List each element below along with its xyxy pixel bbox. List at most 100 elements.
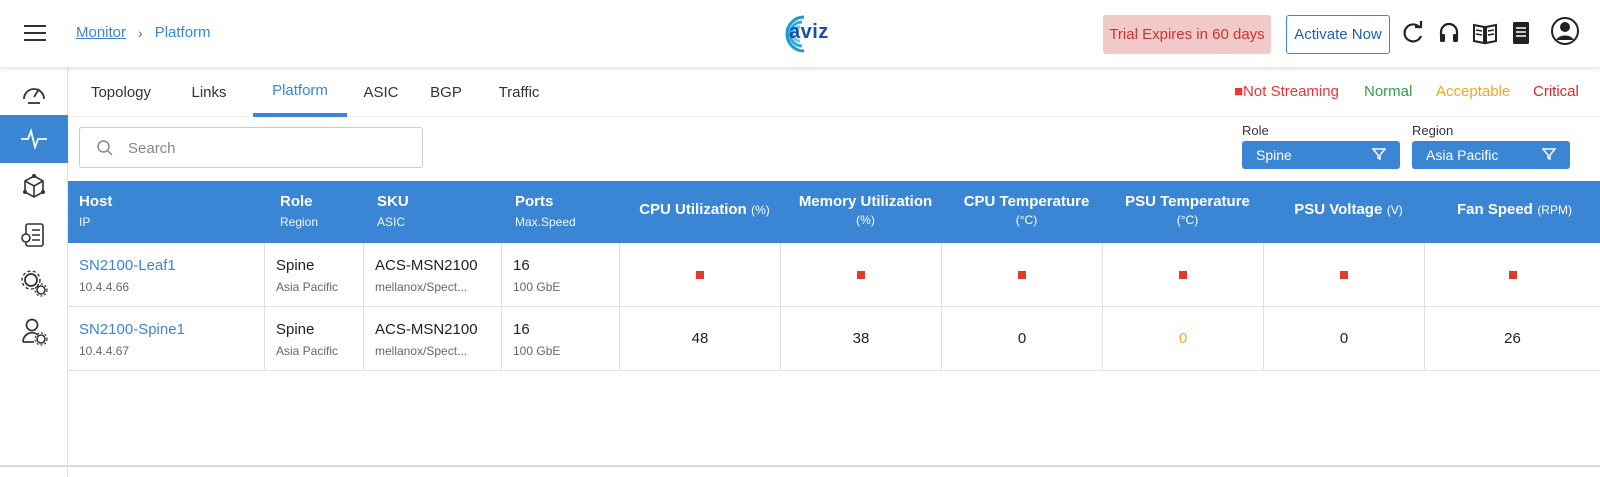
filter-icon — [1372, 148, 1386, 161]
psu-voltage-value: 0 — [1339, 330, 1349, 347]
sidebar-item-reports[interactable] — [0, 211, 68, 259]
column-title: Host — [79, 193, 113, 210]
cpu-utilization-value: 48 — [691, 330, 709, 347]
speedometer-icon — [23, 88, 45, 104]
breadcrumb: Monitor › Platform — [76, 24, 211, 41]
fan-speed-cell: 26 — [1425, 307, 1600, 370]
column-header-sku[interactable]: SKU ASIC — [366, 181, 506, 243]
ports-cell: 16 100 GbE — [502, 243, 620, 306]
column-unit: (RPM) — [1537, 203, 1572, 217]
not-streaming-indicator — [1179, 270, 1187, 279]
asic-value: mellanox/Spect... — [375, 344, 468, 358]
cpu-temperature-value: 0 — [1017, 330, 1027, 347]
column-header-ports[interactable]: Ports Max.Speed — [504, 181, 624, 243]
not-streaming-indicator — [1508, 270, 1517, 279]
menu-icon[interactable] — [24, 25, 46, 41]
filter-icon — [1542, 148, 1556, 161]
column-subtitle: Max.Speed — [515, 215, 576, 229]
speed-value: 100 GbE — [513, 344, 561, 358]
column-title: Memory Utilization — [798, 193, 933, 210]
column-header-fan-speed[interactable]: Fan Speed (RPM) — [1429, 181, 1600, 243]
column-header-cpu-utilization[interactable]: CPU Utilization (%) — [624, 181, 785, 243]
top-header: Monitor › Platform aviz Trial Expires in… — [0, 0, 1600, 67]
breadcrumb-monitor-link[interactable]: Monitor — [76, 24, 126, 41]
logo-text: aviz — [789, 21, 829, 43]
not-streaming-indicator — [857, 270, 865, 279]
table-row[interactable]: SN2100-Spine1 10.4.4.67 Spine Asia Pacif… — [68, 307, 1600, 371]
left-sidebar — [0, 67, 68, 477]
column-header-host[interactable]: Host IP — [68, 181, 269, 243]
table-header: Host IP Role Region SKU ASIC Ports Max.S… — [68, 181, 1600, 243]
tab-asic[interactable]: ASIC — [358, 67, 404, 117]
role-filter-dropdown[interactable]: Spine — [1242, 141, 1400, 169]
column-header-psu-voltage[interactable]: PSU Voltage (V) — [1268, 181, 1429, 243]
column-title: PSU Voltage — [1294, 201, 1383, 218]
sku-cell: ACS-MSN2100 mellanox/Spect... — [364, 307, 502, 370]
column-unit: (°C) — [1176, 213, 1199, 227]
region-value: Asia Pacific — [276, 344, 339, 358]
fan-speed-value: 26 — [1504, 330, 1521, 347]
sku-value: ACS-MSN2100 — [375, 257, 478, 274]
host-link[interactable]: SN2100-Leaf1 — [79, 257, 176, 274]
legend-not-streaming: ■Not Streaming — [1234, 83, 1339, 100]
not-streaming-indicator — [1340, 270, 1348, 279]
pulse-icon — [21, 127, 47, 151]
table-row[interactable]: SN2100-Leaf1 10.4.4.66 Spine Asia Pacifi… — [68, 243, 1600, 307]
not-streaming-indicator — [1018, 270, 1026, 279]
asic-value: mellanox/Spect... — [375, 280, 468, 294]
cpu-utilization-cell: 48 — [620, 307, 781, 370]
column-header-memory-utilization[interactable]: Memory Utilization (%) — [785, 181, 946, 243]
report-settings-icon — [21, 223, 44, 247]
column-title: Fan Speed — [1457, 201, 1533, 218]
trial-expiry-badge: Trial Expires in 60 days — [1103, 15, 1271, 54]
search-input[interactable] — [128, 137, 408, 159]
column-header-cpu-temperature[interactable]: CPU Temperature (°C) — [946, 181, 1107, 243]
legend-critical: Critical — [1533, 83, 1579, 100]
tab-platform[interactable]: Platform — [253, 67, 347, 117]
sidebar-item-settings[interactable] — [0, 259, 68, 307]
host-ip: 10.4.4.67 — [79, 344, 130, 358]
region-filter-value: Asia Pacific — [1426, 147, 1499, 163]
region-filter-dropdown[interactable]: Asia Pacific — [1412, 141, 1570, 169]
cpu-utilization-cell — [620, 243, 781, 306]
column-header-role[interactable]: Role Region — [269, 181, 369, 243]
psu-voltage-cell: 0 — [1264, 307, 1425, 370]
activate-now-button[interactable]: Activate Now — [1286, 15, 1390, 54]
role-value: Spine — [276, 257, 315, 274]
cpu-temperature-cell: 0 — [942, 307, 1103, 370]
tab-links[interactable]: Links — [178, 67, 240, 117]
column-unit: (V) — [1386, 203, 1403, 217]
tab-topology[interactable]: Topology — [80, 67, 162, 117]
user-gear-icon — [22, 318, 48, 346]
memory-utilization-cell: 38 — [781, 307, 942, 370]
host-link[interactable]: SN2100-Spine1 — [79, 321, 185, 338]
not-streaming-indicator — [696, 270, 704, 279]
tab-traffic[interactable]: Traffic — [492, 67, 546, 117]
book-icon[interactable] — [1472, 20, 1498, 46]
refresh-icon[interactable] — [1400, 20, 1426, 46]
sku-value: ACS-MSN2100 — [375, 321, 478, 338]
ports-value: 16 — [513, 321, 530, 338]
column-title: PSU Temperature — [1125, 193, 1250, 210]
chevron-right-icon: › — [138, 24, 143, 41]
role-cell: Spine Asia Pacific — [265, 243, 364, 306]
sidebar-item-monitor[interactable] — [0, 115, 68, 163]
legend-acceptable: Acceptable — [1436, 83, 1511, 100]
sidebar-item-topology[interactable] — [0, 163, 68, 211]
sidebar-item-dashboard[interactable] — [0, 69, 68, 117]
role-filter-label: Role — [1242, 123, 1269, 138]
document-icon[interactable] — [1508, 20, 1534, 46]
column-unit: (%) — [856, 213, 875, 227]
host-ip: 10.4.4.66 — [79, 280, 130, 294]
sidebar-item-user-settings[interactable] — [0, 307, 68, 355]
ports-cell: 16 100 GbE — [502, 307, 620, 370]
headset-icon[interactable] — [1436, 20, 1462, 46]
psu-temperature-cell: 0 — [1103, 307, 1264, 370]
column-header-psu-temperature[interactable]: PSU Temperature (°C) — [1107, 181, 1268, 243]
sku-cell: ACS-MSN2100 mellanox/Spect... — [364, 243, 502, 306]
user-avatar-icon[interactable] — [1550, 16, 1580, 46]
fan-speed-cell — [1425, 243, 1600, 306]
memory-utilization-cell — [781, 243, 942, 306]
tab-bgp[interactable]: BGP — [425, 67, 467, 117]
host-cell: SN2100-Spine1 10.4.4.67 — [68, 307, 265, 370]
